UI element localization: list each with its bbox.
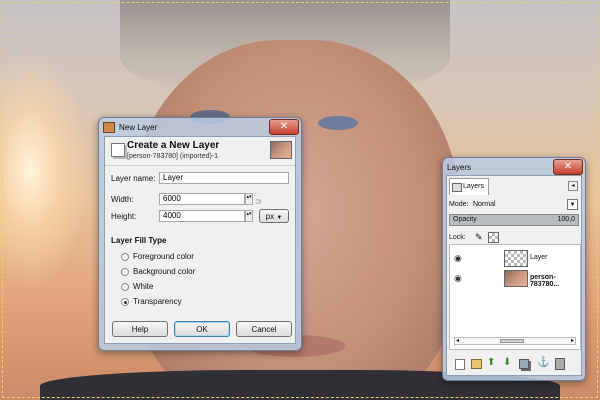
width-label: Width: — [111, 195, 134, 204]
image-thumbnail — [270, 141, 292, 159]
opacity-slider[interactable]: Opacity 100,0 — [449, 214, 579, 226]
cancel-button[interactable]: Cancel — [236, 321, 292, 337]
new-layer-dialog: New Layer ✕ Create a New Layer [person-7… — [98, 117, 302, 351]
scroll-left-arrow[interactable]: ◂ — [456, 337, 459, 344]
radio-white[interactable] — [121, 283, 129, 291]
gimp-app-icon — [103, 121, 115, 133]
scroll-thumb[interactable] — [500, 339, 524, 343]
layer-thumbnail — [504, 270, 528, 287]
layer-row[interactable]: ◉ person-783780... — [450, 269, 580, 288]
help-button[interactable]: Help — [112, 321, 168, 337]
scroll-right-arrow[interactable]: ▸ — [571, 337, 574, 344]
layers-close-button[interactable]: ✕ — [553, 159, 583, 175]
dialog-header: Create a New Layer [person-783780] (impo… — [105, 137, 295, 166]
eye-icon[interactable]: ◉ — [454, 273, 462, 284]
chevron-down-icon: ▼ — [276, 215, 283, 221]
radio-foreground-color[interactable] — [121, 253, 129, 261]
radio-background-color[interactable] — [121, 268, 129, 276]
layers-list: ◉ Layer ◉ person-783780... ◂ ▸ — [449, 244, 581, 350]
radio-foreground-color-label[interactable]: Foreground color — [133, 252, 194, 261]
eye-icon[interactable]: ◉ — [454, 253, 462, 264]
mode-value: Normal — [473, 201, 496, 208]
width-input[interactable] — [159, 193, 245, 205]
height-label: Height: — [111, 212, 137, 221]
radio-background-color-label[interactable]: Background color — [133, 267, 195, 276]
anchor-layer-icon[interactable]: ⚓ — [537, 357, 549, 368]
layer-icon — [111, 143, 125, 157]
layers-client: Layers ◂ Mode: Normal ▼ Opacity 100,0 Lo… — [446, 175, 582, 376]
dialog-title: New Layer — [119, 122, 158, 132]
layers-panel: Layers ✕ Layers ◂ Mode: Normal ▼ Opacity… — [442, 157, 586, 381]
layers-toolbar: ⬆ ⬇ ⚓ — [449, 356, 579, 372]
radio-white-label[interactable]: White — [133, 282, 153, 291]
layer-name-input[interactable] — [159, 172, 289, 184]
layers-tab-icon — [452, 183, 462, 192]
tab-layers[interactable]: Layers — [449, 178, 489, 195]
fill-type-title: Layer Fill Type — [111, 236, 167, 245]
layer-row[interactable]: ◉ Layer — [450, 249, 580, 267]
dialog-subheading: [person-783780] (imported)-1 — [127, 153, 219, 160]
layer-name-label: Layer name: — [111, 174, 156, 183]
lock-label: Lock: — [449, 234, 466, 241]
radio-transparency[interactable] — [121, 298, 129, 306]
mode-label: Mode: — [449, 201, 469, 208]
layer-name[interactable]: Layer — [530, 254, 548, 261]
radio-transparency-label[interactable]: Transparency — [133, 297, 182, 306]
dialog-heading: Create a New Layer — [127, 140, 220, 151]
height-input[interactable] — [159, 210, 245, 222]
new-layer-client: Create a New Layer [person-783780] (impo… — [104, 136, 296, 344]
panel-menu-icon[interactable]: ◂ — [568, 181, 578, 191]
width-spinner[interactable]: ▴▾ — [245, 193, 253, 205]
new-group-icon[interactable] — [471, 359, 482, 369]
layer-thumbnail — [504, 250, 528, 267]
height-spinner[interactable]: ▴▾ — [245, 210, 253, 222]
raise-layer-icon[interactable]: ⬆ — [487, 357, 495, 368]
lock-alpha-icon[interactable] — [488, 232, 499, 243]
close-button[interactable]: ✕ — [269, 119, 299, 135]
duplicate-layer-icon[interactable] — [519, 359, 529, 369]
delete-layer-icon[interactable] — [555, 358, 565, 370]
ok-button[interactable]: OK — [174, 321, 230, 337]
mode-dropdown[interactable]: ▼ — [567, 199, 578, 210]
chain-link-icon[interactable]: ⊃ — [255, 197, 262, 206]
layers-title: Layers — [447, 162, 472, 172]
horizontal-scrollbar[interactable]: ◂ ▸ — [454, 337, 576, 345]
new-layer-icon[interactable] — [455, 359, 465, 370]
lock-pixels-icon[interactable]: ✎ — [475, 232, 483, 243]
unit-select[interactable]: px ▼ — [259, 209, 289, 223]
lower-layer-icon[interactable]: ⬇ — [503, 357, 511, 368]
layer-name[interactable]: person-783780... — [530, 274, 580, 288]
